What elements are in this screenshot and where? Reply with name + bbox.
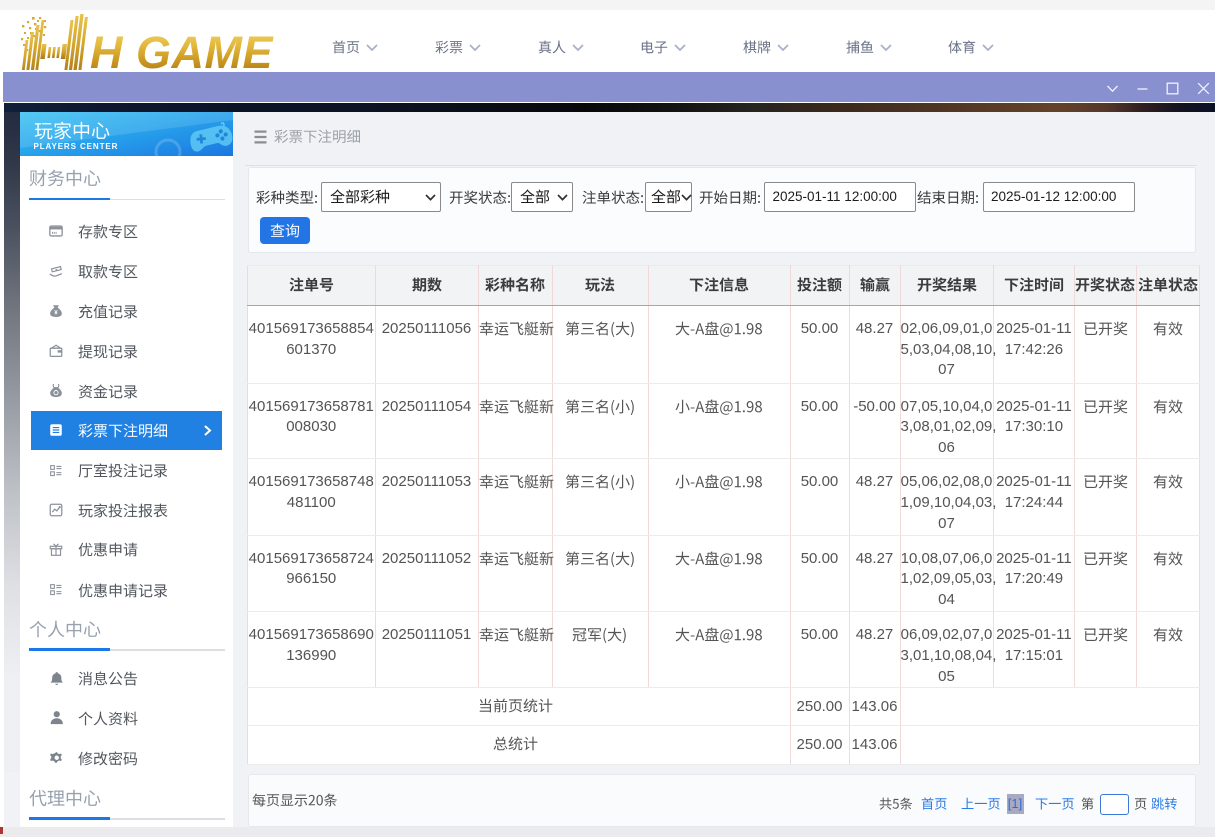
svg-text:H GAME: H GAME — [90, 27, 274, 70]
svg-text:¥: ¥ — [54, 310, 58, 317]
